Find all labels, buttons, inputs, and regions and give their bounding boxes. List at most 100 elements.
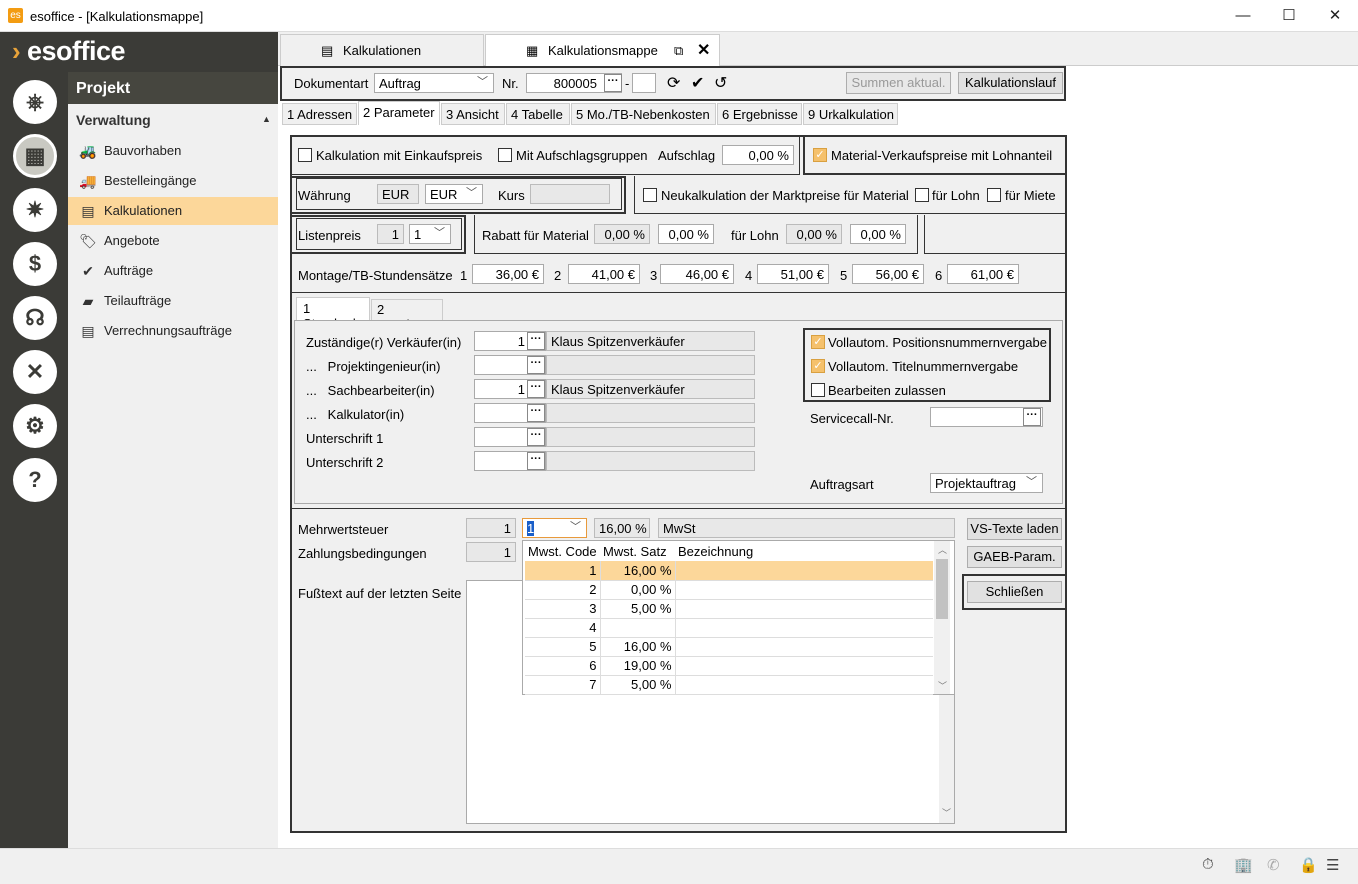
kalkulationslauf-button[interactable]: Kalkulationslauf <box>958 72 1063 94</box>
sidebar-item-teilauftraege[interactable]: ▰ Teilaufträge <box>68 287 278 315</box>
tab-adressen[interactable]: 1 Adressen <box>282 103 357 125</box>
listenpreis-select[interactable]: 1 ﹀ <box>409 224 451 244</box>
tab-nebenkosten[interactable]: 5 Mo./TB-Nebenkosten <box>571 103 716 125</box>
aufschlag-input[interactable]: 0,00 % <box>722 145 794 165</box>
stunden-2-input[interactable]: 41,00 € <box>568 264 640 284</box>
vs-texte-laden-button[interactable]: VS-Texte laden <box>967 518 1062 540</box>
phone-icon[interactable]: ✆ <box>1267 856 1280 874</box>
ek-checkbox[interactable] <box>298 148 312 162</box>
tab-kalkulationen[interactable]: ▤ Kalkulationen <box>280 34 484 66</box>
waehrung-select[interactable]: EUR ﹀ <box>425 184 483 204</box>
lock-icon[interactable]: 🔒 <box>1299 856 1318 874</box>
rabatt-mat-2[interactable]: 0,00 % <box>658 224 714 244</box>
tab-ergebnisse[interactable]: 6 Ergebnisse <box>717 103 802 125</box>
nav-money-icon[interactable]: $ <box>13 242 57 286</box>
sidebar-item-angebote[interactable]: 🏷 Angebote <box>68 227 278 255</box>
summen-aktualisieren-button[interactable]: Summen aktual. <box>846 72 951 94</box>
checkmark-icon[interactable]: ✔ <box>691 73 704 93</box>
stopwatch-icon[interactable]: ⏱ <box>1202 856 1214 873</box>
table-row[interactable]: 1 16,00 % <box>525 561 933 580</box>
servicecall-lookup[interactable]: ··· <box>1023 408 1041 426</box>
popout-icon[interactable]: ⧉ <box>674 43 683 59</box>
chevron-down-icon: ﹀ <box>1026 476 1037 488</box>
dropdown-scrollbar[interactable]: ︿ ﹀ <box>934 541 950 694</box>
neukalk-miete-checkbox[interactable] <box>987 188 1001 202</box>
nav-headset-icon[interactable]: ☊ <box>13 296 57 340</box>
nav-tools-icon[interactable]: ✕ <box>13 350 57 394</box>
kalk-name <box>546 403 755 423</box>
table-row[interactable]: 3 5,00 % <box>525 599 933 618</box>
nr-lookup-button[interactable]: ··· <box>604 74 622 92</box>
table-row[interactable]: 7 5,00 % <box>525 675 933 694</box>
stunden-4-input[interactable]: 51,00 € <box>757 264 829 284</box>
col-header-code[interactable]: Mwst. Code <box>525 541 600 561</box>
table-row[interactable]: 4 <box>525 618 933 637</box>
neukalk-checkbox[interactable] <box>643 188 657 202</box>
close-window-button[interactable]: ✕ <box>1312 0 1358 32</box>
rabatt-lohn-2[interactable]: 0,00 % <box>850 224 906 244</box>
kalk-lookup[interactable]: ··· <box>527 404 545 422</box>
undo-icon[interactable]: ↺ <box>714 73 727 93</box>
table-row[interactable]: 2 0,00 % <box>525 580 933 599</box>
doctype-select[interactable]: Auftrag ﹀ <box>374 73 494 93</box>
nr-suffix-input[interactable] <box>632 73 656 93</box>
auftragsart-select[interactable]: Projektauftrag ﹀ <box>930 473 1043 493</box>
nav-wheel-icon[interactable]: ⎈ <box>13 80 57 124</box>
u2-lookup[interactable]: ··· <box>527 452 545 470</box>
sidebar-item-verrechnungsauftraege[interactable]: ▤ Verrechnungsaufträge <box>68 317 278 345</box>
tab-tabelle[interactable]: 4 Tabelle <box>506 103 570 125</box>
sidebar-item-kalkulationen[interactable]: ▤ Kalkulationen <box>68 197 278 225</box>
bearb-checkbox[interactable] <box>811 383 825 397</box>
u1-lookup[interactable]: ··· <box>527 428 545 446</box>
nav-help-icon[interactable]: ? <box>13 458 57 502</box>
tab-ansicht[interactable]: 3 Ansicht <box>441 103 505 125</box>
nav-alarm-icon[interactable]: ✷ <box>13 188 57 232</box>
aufschlagsgruppen-checkbox[interactable] <box>498 148 512 162</box>
table-row[interactable]: 6 19,00 % <box>525 656 933 675</box>
schliessen-button[interactable]: Schließen <box>967 581 1062 603</box>
verkaeufer-lookup[interactable]: ··· <box>527 332 545 350</box>
titel-checkbox[interactable]: ✓ <box>811 359 825 373</box>
gaeb-param-button[interactable]: GAEB-Param. <box>967 546 1062 568</box>
stunden-5-input[interactable]: 56,00 € <box>852 264 924 284</box>
dropdown-scroll-thumb[interactable] <box>936 559 948 619</box>
building-icon[interactable]: 🏢 <box>1234 856 1253 874</box>
scroll-up-icon[interactable]: ︿ <box>938 543 947 556</box>
database-icon[interactable]: ☰ <box>1326 856 1339 874</box>
stunden-1-input[interactable]: 36,00 € <box>472 264 544 284</box>
tab-urkalkulation[interactable]: 9 Urkalkulation <box>803 103 898 125</box>
stunden-3-input[interactable]: 46,00 € <box>660 264 734 284</box>
sidebar-item-auftraege[interactable]: ✔ Aufträge <box>68 257 278 285</box>
u1-label: Unterschrift 1 <box>306 431 384 446</box>
close-tab-icon[interactable]: ✕ <box>697 40 710 60</box>
col-header-bezeichnung[interactable]: Bezeichnung <box>675 541 933 561</box>
maximize-button[interactable]: ☐ <box>1266 0 1312 32</box>
u2-label: Unterschrift 2 <box>306 455 384 470</box>
collapse-caret-icon[interactable]: ▲ <box>262 114 271 124</box>
stunden-6-input[interactable]: 61,00 € <box>947 264 1019 284</box>
scroll-down-icon[interactable]: ﹀ <box>942 806 951 819</box>
ing-lookup[interactable]: ··· <box>527 356 545 374</box>
mwst-select[interactable]: 1 ﹀ <box>522 518 587 538</box>
tab-parameter[interactable]: 2 Parameter <box>358 101 440 125</box>
sidebar-item-bauvorhaben[interactable]: 🚜 Bauvorhaben <box>68 137 278 165</box>
stack-icon: ▰ <box>82 293 94 309</box>
bottom-divider <box>292 508 1065 509</box>
sach-lookup[interactable]: ··· <box>527 380 545 398</box>
nav-settings-icon[interactable]: ⚙ <box>13 404 57 448</box>
mat-vk-checkbox[interactable]: ✓ <box>813 148 827 162</box>
nav-project-icon[interactable]: ▦ <box>13 134 57 178</box>
minimize-button[interactable]: — <box>1220 0 1266 32</box>
pos-checkbox[interactable]: ✓ <box>811 335 825 349</box>
neukalk-lohn-checkbox[interactable] <box>915 188 929 202</box>
col-header-satz[interactable]: Mwst. Satz <box>600 541 675 561</box>
scroll-down-icon[interactable]: ﹀ <box>938 679 947 692</box>
sidebar-item-bestelleingaenge[interactable]: 🚚 Bestelleingänge <box>68 167 278 195</box>
kurs-input[interactable] <box>530 184 610 204</box>
tab-erweitert[interactable]: 2 Erweitert <box>371 299 443 332</box>
tab-standard[interactable]: 1 Standard <box>296 297 370 331</box>
refresh-icon[interactable]: ⟳ <box>667 73 680 93</box>
tab-kalkulationsmappe[interactable]: ▦ Kalkulationsmappe ⧉ ✕ <box>485 34 720 67</box>
sidebar-group[interactable]: Verwaltung <box>76 112 151 128</box>
table-row[interactable]: 5 16,00 % <box>525 637 933 656</box>
